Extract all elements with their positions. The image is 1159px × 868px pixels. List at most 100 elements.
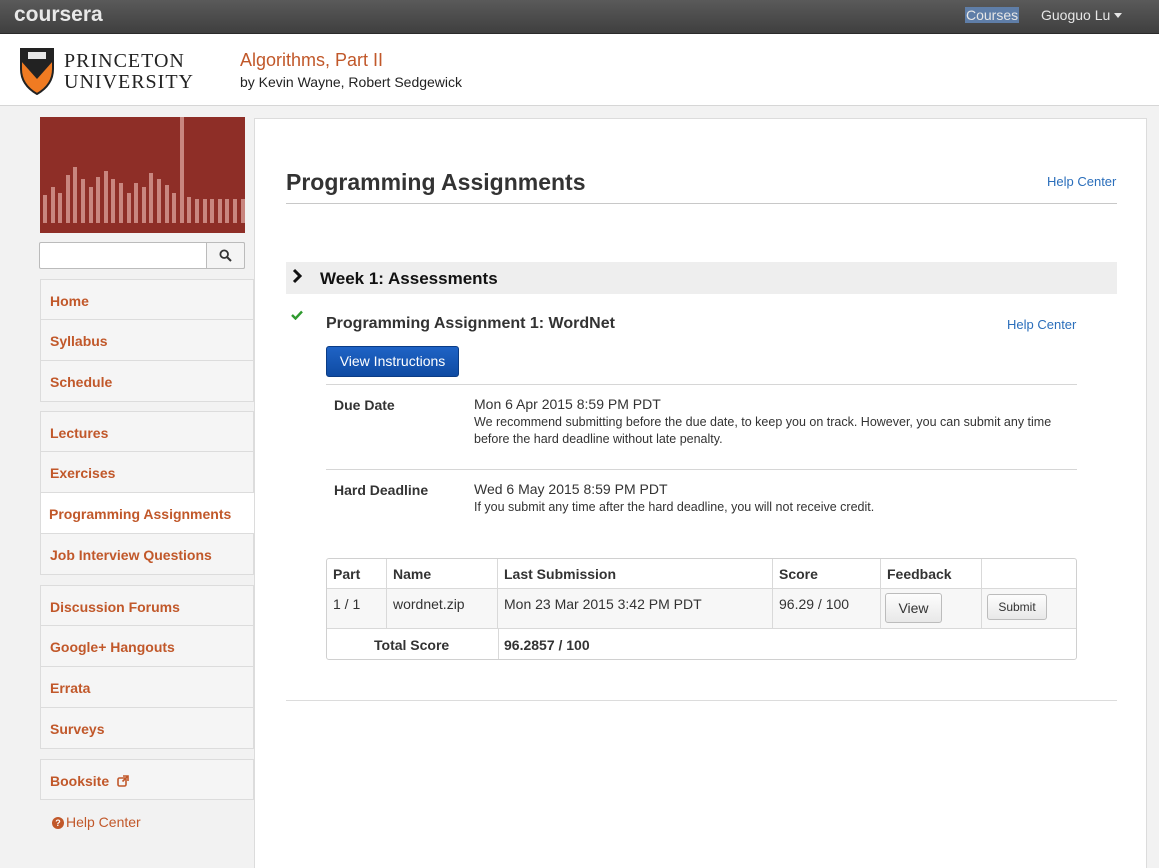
- sidebar-item-job-interview-questions[interactable]: Job Interview Questions: [40, 534, 254, 575]
- cell-submit: Submit: [982, 589, 1076, 628]
- assignment-title: Programming Assignment 1: WordNet: [326, 315, 615, 332]
- sidebar-item-syllabus[interactable]: Syllabus: [40, 320, 254, 361]
- submit-button[interactable]: Submit: [987, 594, 1047, 620]
- sidebar-item-booksite[interactable]: Booksite: [40, 759, 254, 800]
- banner-bar: [195, 199, 199, 223]
- sidebar-item-exercises[interactable]: Exercises: [40, 452, 254, 493]
- banner-bar: [210, 199, 215, 223]
- course-header: PRINCETON UNIVERSITY Algorithms, Part II…: [0, 34, 1159, 106]
- column-header-part: Part: [327, 559, 387, 588]
- cell-feedback: View: [881, 589, 982, 628]
- sidebar-item-home[interactable]: Home: [40, 279, 254, 320]
- course-title[interactable]: Algorithms, Part II: [240, 50, 383, 71]
- divider: [286, 700, 1117, 701]
- banner-bar: [172, 193, 177, 223]
- sidebar-nav-group-3: Discussion Forums Google+ Hangouts Errat…: [40, 585, 254, 749]
- view-feedback-button[interactable]: View: [885, 593, 942, 623]
- divider: [286, 203, 1117, 204]
- banner-bar: [58, 193, 63, 223]
- banner-bar: [111, 179, 116, 223]
- view-instructions-button[interactable]: View Instructions: [326, 346, 459, 377]
- courses-link[interactable]: Courses: [965, 7, 1020, 23]
- cell-part: 1 / 1: [327, 589, 387, 628]
- banner-bar: [103, 171, 108, 223]
- sidebar-item-discussion-forums[interactable]: Discussion Forums: [40, 585, 254, 626]
- user-menu[interactable]: Guoguo Lu: [1041, 7, 1123, 23]
- banner-bar: [202, 199, 207, 223]
- cell-name: wordnet.zip: [387, 589, 498, 628]
- chevron-right-icon: [292, 268, 303, 289]
- sidebar-item-surveys[interactable]: Surveys: [40, 708, 254, 749]
- sidebar-item-google-hangouts[interactable]: Google+ Hangouts: [40, 626, 254, 667]
- banner-bar: [126, 193, 131, 223]
- total-score-label: Total Score: [374, 637, 450, 653]
- column-header-submit: [982, 559, 1076, 588]
- due-date-note: We recommend submitting before the due d…: [474, 415, 1052, 446]
- divider: [498, 629, 499, 659]
- sidebar-nav-group-4: Booksite: [40, 759, 254, 800]
- banner-bar: [187, 197, 192, 223]
- question-circle-icon: ?: [52, 817, 64, 829]
- university-name: PRINCETON UNIVERSITY: [64, 51, 194, 93]
- banner-bar: [65, 175, 70, 223]
- banner-bar: [73, 167, 78, 223]
- sidebar-nav-group-2: Lectures Exercises Programming Assignmen…: [40, 411, 255, 575]
- princeton-shield-icon: [20, 48, 54, 95]
- submissions-table: Part Name Last Submission Score Feedback…: [326, 558, 1077, 660]
- banner-bar: [149, 173, 154, 223]
- due-date-value: Mon 6 Apr 2015 8:59 PM PDT: [474, 396, 661, 412]
- course-authors: by Kevin Wayne, Robert Sedgewick: [240, 74, 463, 90]
- sidebar-item-errata[interactable]: Errata: [40, 667, 254, 708]
- assignment-help-center-link[interactable]: Help Center: [1007, 317, 1076, 332]
- banner-bar: [134, 183, 139, 223]
- search-button[interactable]: [206, 242, 245, 269]
- cell-last-submission: Mon 23 Mar 2015 3:42 PM PDT: [498, 589, 773, 628]
- sidebar-nav-group-1: Home Syllabus Schedule: [40, 279, 254, 402]
- column-header-feedback: Feedback: [881, 559, 982, 588]
- column-header-score: Score: [773, 559, 881, 588]
- sidebar-item-booksite-label: Booksite: [50, 773, 110, 789]
- banner-bar: [43, 195, 47, 223]
- hard-deadline-note: If you submit any time after the hard de…: [474, 500, 875, 514]
- banner-bar: [88, 187, 93, 223]
- banner-bar: [157, 179, 161, 223]
- sidebar-help-center-link[interactable]: ? Help Center: [52, 814, 141, 830]
- main-content-panel: Programming Assignments Help Center Week…: [254, 118, 1147, 868]
- banner-bar: [233, 199, 237, 223]
- help-center-label: Help Center: [66, 814, 141, 830]
- user-name: Guoguo Lu: [1041, 7, 1111, 23]
- university-name-line2: UNIVERSITY: [64, 71, 194, 93]
- course-banner-image: [40, 117, 245, 233]
- page-title: Programming Assignments: [286, 169, 586, 195]
- table-total-row: Total Score 96.2857 / 100: [327, 629, 1076, 659]
- banner-bar: [225, 199, 230, 223]
- divider: [326, 384, 1077, 385]
- column-header-last-submission: Last Submission: [498, 559, 773, 588]
- help-center-link[interactable]: Help Center: [1047, 174, 1116, 189]
- caret-down-icon: [1114, 13, 1123, 18]
- external-link-icon: [117, 775, 129, 787]
- coursera-logo[interactable]: coursera: [14, 3, 103, 27]
- week-section-header[interactable]: Week 1: Assessments: [286, 262, 1117, 294]
- column-header-name: Name: [387, 559, 498, 588]
- hard-deadline-value: Wed 6 May 2015 8:59 PM PDT: [474, 481, 668, 497]
- banner-bar: [240, 199, 245, 223]
- sidebar-item-schedule[interactable]: Schedule: [40, 361, 254, 402]
- banner-bar: [217, 199, 222, 223]
- banner-bar: [141, 187, 146, 223]
- week-title: Week 1: Assessments: [320, 269, 498, 288]
- banner-bar: [50, 187, 55, 223]
- table-row: 1 / 1 wordnet.zip Mon 23 Mar 2015 3:42 P…: [327, 589, 1076, 629]
- table-header-row: Part Name Last Submission Score Feedback: [327, 559, 1076, 589]
- total-score-value: 96.2857 / 100: [504, 637, 590, 653]
- hard-deadline-label: Hard Deadline: [334, 482, 429, 498]
- banner-bar: [164, 185, 169, 223]
- search-icon: [219, 249, 232, 262]
- sidebar-item-lectures[interactable]: Lectures: [40, 411, 254, 452]
- banner-bar: [81, 179, 85, 223]
- banner-bar: [179, 117, 184, 223]
- sidebar-item-programming-assignments[interactable]: Programming Assignments: [40, 493, 255, 534]
- due-date-label: Due Date: [334, 397, 395, 413]
- divider: [326, 469, 1077, 470]
- cell-score: 96.29 / 100: [773, 589, 881, 628]
